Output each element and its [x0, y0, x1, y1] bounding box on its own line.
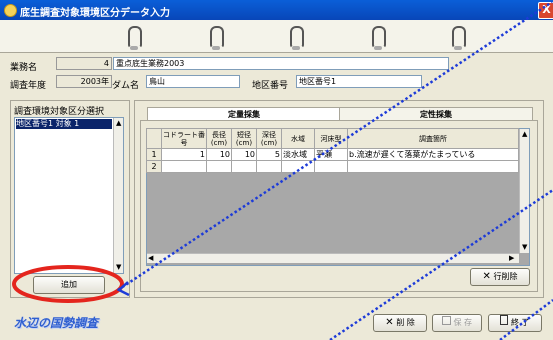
annotation-overlay: [12, 0, 553, 340]
pointer-line: [329, 188, 553, 340]
pointer-line: [117, 0, 553, 292]
highlight-ellipse: [12, 265, 124, 303]
pointer-line: [499, 299, 553, 340]
